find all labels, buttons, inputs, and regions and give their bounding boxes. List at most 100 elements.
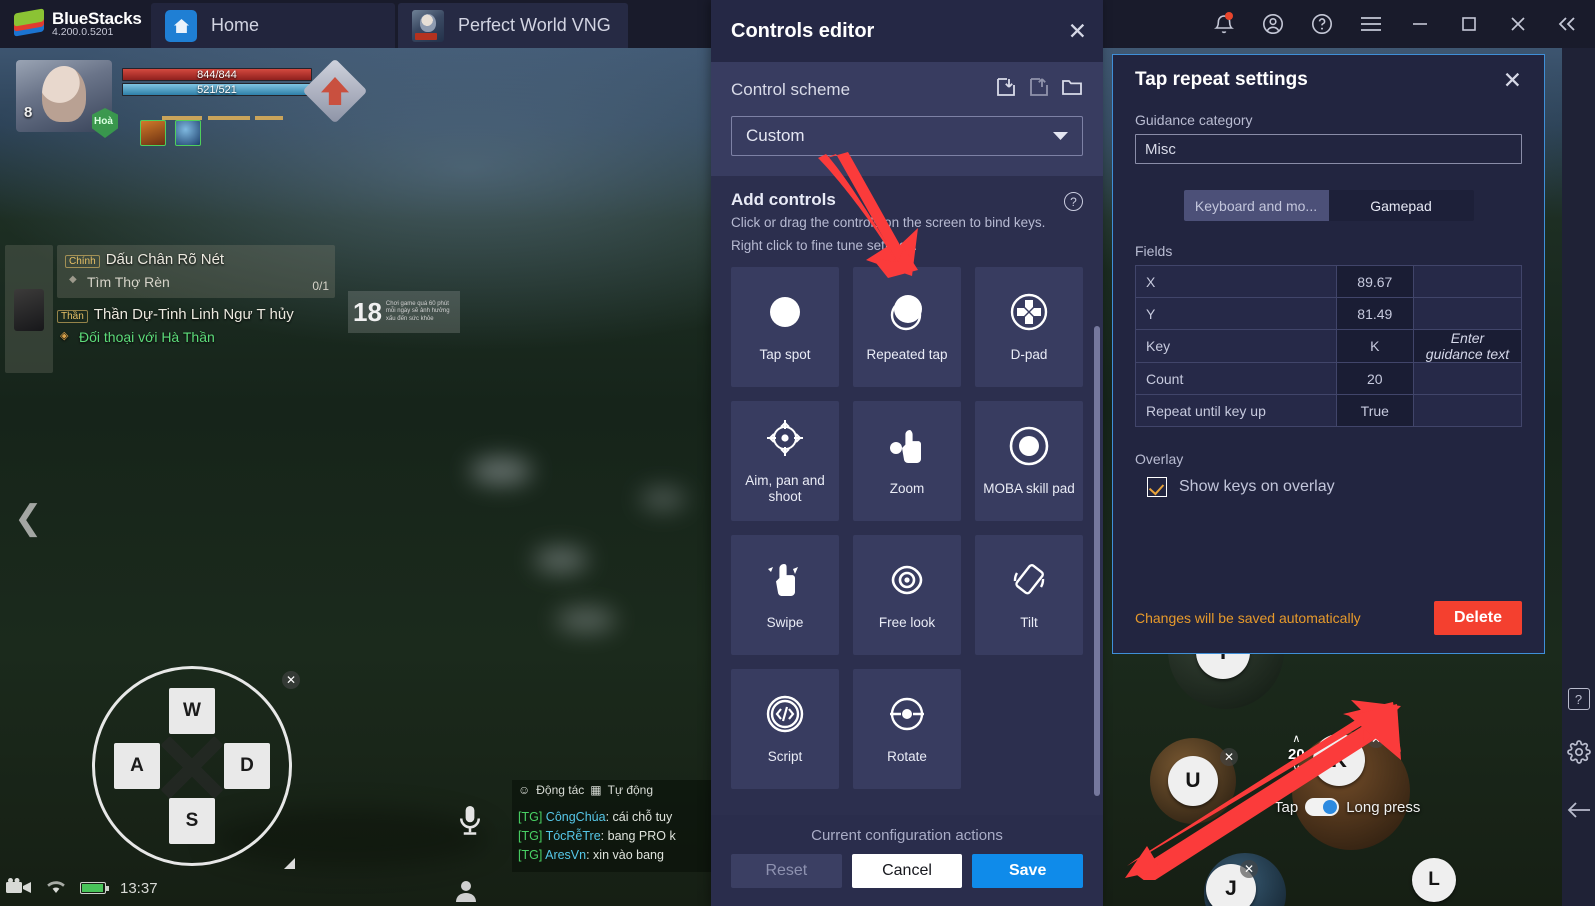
- field-extra[interactable]: [1412, 265, 1523, 298]
- chat-tab-label[interactable]: Động tác: [536, 783, 584, 797]
- close-icon[interactable]: ✕: [1068, 19, 1087, 43]
- tab-home[interactable]: Home: [151, 3, 395, 48]
- age-rating-badge: 18 Chơi game quá 60 phút mỗi ngày sẽ ảnh…: [348, 291, 460, 333]
- collapse-chevron-icon[interactable]: ❮: [14, 498, 43, 538]
- chat-panel[interactable]: ☺ Động tác ▦ Tự động [TG] CôngChúa: cái …: [512, 780, 722, 872]
- tile-aim-pan-shoot[interactable]: Aim, pan and shoot: [731, 401, 839, 522]
- dpad-key-down[interactable]: S: [169, 798, 215, 844]
- field-value[interactable]: 89.67: [1335, 265, 1414, 298]
- field-value[interactable]: True: [1335, 394, 1414, 427]
- tile-zoom[interactable]: Zoom: [853, 401, 961, 522]
- show-keys-on-overlay-row[interactable]: Show keys on overlay: [1135, 477, 1522, 497]
- collapse-icon[interactable]: [1542, 0, 1591, 48]
- minimize-icon[interactable]: [1395, 0, 1444, 48]
- tile-rotate[interactable]: Rotate: [853, 669, 961, 790]
- skill-key-L[interactable]: L: [1412, 858, 1456, 902]
- settings-gear-icon[interactable]: [1566, 740, 1591, 769]
- table-row[interactable]: Count 20: [1135, 362, 1523, 395]
- chat-text: : cái chỗ tuy: [605, 810, 673, 824]
- titlebar-actions[interactable]: [1199, 0, 1595, 48]
- guidance-category-input[interactable]: Misc: [1135, 134, 1522, 164]
- controls-editor-panel[interactable]: Controls editor ✕ Control scheme Custom …: [711, 0, 1103, 906]
- notification-bell-icon[interactable]: [1199, 0, 1248, 48]
- table-row[interactable]: Repeat until key up True: [1135, 394, 1523, 427]
- tap-longpress-toggle-row[interactable]: Tap Long press: [1274, 798, 1420, 816]
- controls-editor-scrollbar[interactable]: [1094, 326, 1100, 796]
- voice-chat-icon[interactable]: [455, 804, 485, 843]
- repeat-count-stepper[interactable]: ∧ 20 ∨: [1288, 734, 1305, 775]
- dpad-overlay[interactable]: W A D S ✕: [92, 666, 300, 869]
- tab-gamepad[interactable]: Gamepad: [1328, 190, 1474, 221]
- input-mode-segmented-control[interactable]: Keyboard and mo... Gamepad: [1183, 190, 1474, 221]
- export-scheme-icon[interactable]: [1028, 76, 1050, 103]
- delete-button[interactable]: Delete: [1433, 601, 1522, 635]
- close-icon[interactable]: ✕: [1503, 69, 1522, 92]
- tap-longpress-toggle[interactable]: [1305, 798, 1340, 816]
- tile-script[interactable]: Script: [731, 669, 839, 790]
- tile-swipe[interactable]: Swipe: [731, 535, 839, 656]
- chat-tab-label[interactable]: Tự động: [608, 783, 653, 797]
- stepper-up-icon[interactable]: ∧: [1292, 734, 1300, 745]
- field-value[interactable]: 81.49: [1335, 297, 1414, 330]
- fields-table[interactable]: X 89.67 Y 81.49 Key K Enter guidance tex…: [1135, 265, 1523, 427]
- bluestacks-sidebar[interactable]: ?: [1562, 48, 1595, 906]
- dpad-key-left[interactable]: A: [114, 743, 160, 789]
- tap-repeat-settings-panel[interactable]: Tap repeat settings ✕ Guidance category …: [1112, 54, 1545, 654]
- control-tiles-grid[interactable]: Tap spot Repeated tap D-pad Aim, pan and…: [711, 261, 1103, 807]
- table-row[interactable]: X 89.67: [1135, 265, 1523, 298]
- skill-close-icon-J[interactable]: ✕: [1240, 860, 1258, 878]
- swipe-icon: [764, 559, 806, 601]
- field-extra[interactable]: [1412, 362, 1523, 395]
- dpad-close-icon[interactable]: ✕: [282, 671, 300, 689]
- reset-button[interactable]: Reset: [731, 854, 842, 888]
- quest-item[interactable]: Chính Dấu Chân Rõ Nét Tìm Thợ Rèn 0/1: [57, 245, 335, 298]
- stepper-down-icon[interactable]: ∨: [1292, 764, 1300, 775]
- table-row[interactable]: Key K Enter guidance text: [1135, 329, 1523, 363]
- dpad-key-right[interactable]: D: [224, 743, 270, 789]
- field-extra[interactable]: [1412, 297, 1523, 330]
- quest-item[interactable]: Thần Thần Dự-Tinh Linh Ngư T hủy Đối tho…: [57, 306, 335, 345]
- close-icon[interactable]: [1493, 0, 1542, 48]
- menu-icon[interactable]: [1346, 0, 1395, 48]
- field-value[interactable]: K: [1335, 329, 1414, 363]
- field-extra[interactable]: [1412, 394, 1523, 427]
- clock: 13:37: [120, 879, 158, 897]
- help-icon[interactable]: [1297, 0, 1346, 48]
- maximize-icon[interactable]: [1444, 0, 1493, 48]
- tile-free-look[interactable]: Free look: [853, 535, 961, 656]
- account-icon[interactable]: [1248, 0, 1297, 48]
- help-icon[interactable]: ?: [1064, 192, 1083, 211]
- repeated-tap-key-K[interactable]: K: [1313, 734, 1365, 786]
- tile-tilt[interactable]: Tilt: [975, 535, 1083, 656]
- open-folder-icon[interactable]: [1061, 76, 1083, 103]
- help-icon[interactable]: ?: [1567, 688, 1590, 710]
- tab-perfect-world-vng[interactable]: Perfect World VNG: [398, 3, 628, 48]
- tile-dpad[interactable]: D-pad: [975, 267, 1083, 388]
- tile-moba-skill-pad[interactable]: MOBA skill pad: [975, 401, 1083, 522]
- quest-tag: Chính: [65, 255, 100, 268]
- player-hud: 8 844/844 521/521 Hoà: [10, 58, 390, 146]
- import-scheme-icon[interactable]: [995, 76, 1017, 103]
- back-arrow-icon[interactable]: [1566, 799, 1592, 826]
- chat-tabs[interactable]: ☺ Động tác ▦ Tự động: [512, 780, 722, 800]
- show-keys-checkbox[interactable]: [1147, 477, 1167, 497]
- aim-pan-shoot-icon: [764, 417, 806, 459]
- friends-icon[interactable]: Bạn Bè: [448, 878, 484, 906]
- field-value[interactable]: 20: [1335, 362, 1414, 395]
- dpad-resize-handle[interactable]: [284, 858, 295, 869]
- skill-close-icon-U[interactable]: ✕: [1220, 748, 1238, 766]
- field-extra[interactable]: Enter guidance text: [1412, 329, 1523, 363]
- field-name: Repeat until key up: [1135, 394, 1337, 427]
- dpad-key-up[interactable]: W: [169, 688, 215, 734]
- control-scheme-select[interactable]: Custom: [731, 116, 1083, 156]
- repeated-tap-close-icon[interactable]: ✕: [1367, 730, 1385, 748]
- table-row[interactable]: Y 81.49: [1135, 297, 1523, 330]
- long-press-label: Long press: [1346, 798, 1421, 816]
- cancel-button[interactable]: Cancel: [851, 854, 963, 888]
- save-button[interactable]: Save: [972, 854, 1084, 888]
- tab-keyboard-and-mouse[interactable]: Keyboard and mo...: [1183, 190, 1329, 221]
- tile-repeated-tap[interactable]: Repeated tap: [853, 267, 961, 388]
- skill-key-U[interactable]: U: [1168, 756, 1218, 806]
- tile-tap-spot[interactable]: Tap spot: [731, 267, 839, 388]
- controls-editor-footer: Current configuration actions Reset Canc…: [711, 815, 1103, 906]
